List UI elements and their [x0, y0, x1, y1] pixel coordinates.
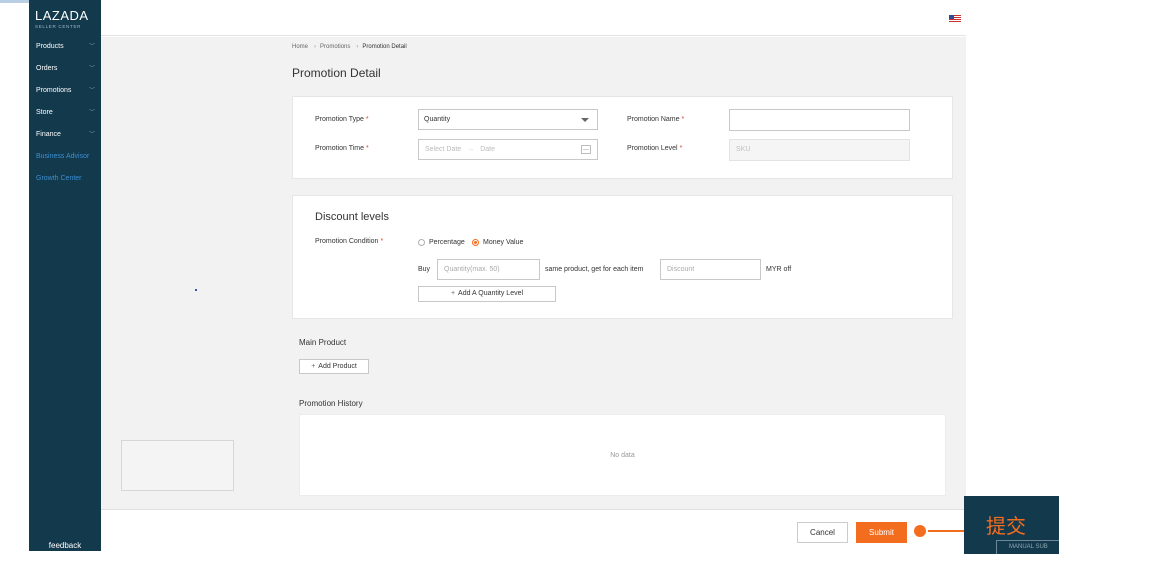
buy-text: Buy — [418, 266, 431, 273]
sidebar-item-label: Orders — [36, 65, 58, 72]
promotion-name-input[interactable] — [729, 109, 910, 131]
discount-levels-title: Discount levels — [315, 211, 389, 223]
promotion-time-label: Promotion Time * — [315, 145, 369, 152]
promotion-name-label: Promotion Name * — [627, 116, 685, 123]
chevron-down-icon: ﹀ — [88, 88, 95, 94]
sidebar-item-store[interactable]: Store ﹀ — [29, 102, 101, 124]
chevron-down-icon: ﹀ — [88, 132, 95, 138]
plus-icon: + — [311, 363, 316, 370]
screen: LAZADA SELLER CENTER Products ﹀ Orders ﹀… — [0, 0, 1155, 586]
breadcrumb-promotions[interactable]: Promotions — [320, 44, 350, 50]
annotation-dot — [912, 523, 928, 539]
sidebar-item-label: Products — [36, 43, 64, 50]
logo-text: LAZADA — [35, 8, 89, 23]
money-value-radio[interactable] — [472, 239, 479, 246]
cancel-button[interactable]: Cancel — [797, 522, 848, 543]
money-value-radio-label[interactable]: Money Value — [483, 239, 523, 246]
sidebar: LAZADA SELLER CENTER Products ﹀ Orders ﹀… — [29, 0, 101, 551]
marker-dot — [195, 289, 197, 291]
annotation-label: 提交 — [986, 514, 1026, 538]
sidebar-item-finance[interactable]: Finance ﹀ — [29, 124, 101, 146]
sidebar-item-business-advisor[interactable]: Business Advisor — [29, 146, 101, 168]
chevron-down-icon: ﹀ — [88, 66, 95, 72]
add-product-button[interactable]: + Add Product — [299, 359, 369, 374]
myr-off-text: MYR off — [766, 266, 792, 273]
breadcrumb: Home › Promotions › Promotion Detail — [292, 44, 409, 50]
chevron-down-icon: ﹀ — [88, 44, 95, 50]
placeholder-panel — [121, 440, 234, 491]
feedback-link[interactable]: feedback — [29, 541, 101, 551]
page-title: Promotion Detail — [292, 66, 381, 80]
calendar-icon — [581, 145, 591, 154]
same-product-text: same product, get for each item — [545, 266, 644, 273]
breadcrumb-separator: › — [356, 44, 359, 50]
lazada-logo[interactable]: LAZADA SELLER CENTER — [35, 8, 89, 29]
add-quantity-level-label: Add A Quantity Level — [458, 290, 524, 297]
promotion-type-value: Quantity — [424, 116, 451, 123]
promotion-condition-label: Promotion Condition * — [315, 238, 384, 245]
sidebar-item-products[interactable]: Products ﹀ — [29, 36, 101, 58]
promotion-date-range[interactable]: Select Date → Date — [418, 139, 598, 160]
top-header — [101, 0, 966, 36]
sidebar-item-label: Business Advisor — [36, 153, 90, 160]
promotion-history-table: No data — [299, 414, 946, 496]
sidebar-item-label: Store — [36, 109, 53, 116]
quantity-input[interactable]: Quantity(max. 50) — [437, 259, 540, 280]
caret-down-icon — [581, 118, 589, 122]
percentage-radio-label[interactable]: Percentage — [429, 239, 465, 246]
submit-button[interactable]: Submit — [856, 522, 907, 543]
sidebar-item-label: Finance — [36, 131, 61, 138]
annotation-inner-text: MANUAL SUB — [996, 540, 1059, 554]
add-quantity-level-button[interactable]: + Add A Quantity Level — [418, 286, 556, 302]
logo-subtext: SELLER CENTER — [35, 24, 82, 29]
percentage-radio[interactable] — [418, 239, 425, 246]
promotion-type-label: Promotion Type * — [315, 116, 369, 123]
breadcrumb-separator: › — [314, 44, 317, 50]
discount-levels-card — [292, 195, 953, 319]
required-mark: * — [681, 116, 685, 123]
add-product-label: Add Product — [318, 363, 357, 370]
sidebar-item-promotions[interactable]: Promotions ﹀ — [29, 80, 101, 102]
sidebar-item-growth-center[interactable]: Growth Center — [29, 168, 101, 190]
sidebar-item-label: Promotions — [36, 87, 72, 94]
breadcrumb-home[interactable]: Home — [292, 44, 308, 50]
no-data-text: No data — [610, 452, 635, 459]
sidebar-nav: Products ﹀ Orders ﹀ Promotions ﹀ Store ﹀… — [29, 36, 101, 190]
plus-icon: + — [450, 290, 456, 297]
required-mark: * — [366, 145, 369, 152]
promotion-history-heading: Promotion History — [299, 399, 363, 408]
start-date-placeholder: Select Date — [425, 146, 462, 153]
main-product-heading: Main Product — [299, 338, 347, 347]
range-separator: → — [467, 146, 475, 153]
promotion-type-select[interactable]: Quantity — [418, 109, 598, 130]
breadcrumb-current: Promotion Detail — [362, 44, 407, 50]
promotion-level-label: Promotion Level * — [627, 145, 683, 152]
sidebar-item-label: Growth Center — [36, 175, 82, 182]
required-mark: * — [679, 145, 683, 152]
required-mark: * — [380, 238, 384, 245]
promotion-level-input: SKU — [729, 139, 910, 161]
required-mark: * — [365, 116, 369, 123]
annotation-callout: 提交 MANUAL SUB — [964, 496, 1059, 554]
us-flag-icon[interactable] — [949, 15, 961, 23]
discount-input[interactable]: Discount — [660, 259, 761, 280]
sidebar-item-orders[interactable]: Orders ﹀ — [29, 58, 101, 80]
end-date-placeholder: Date — [480, 146, 495, 153]
chevron-down-icon: ﹀ — [88, 110, 95, 116]
